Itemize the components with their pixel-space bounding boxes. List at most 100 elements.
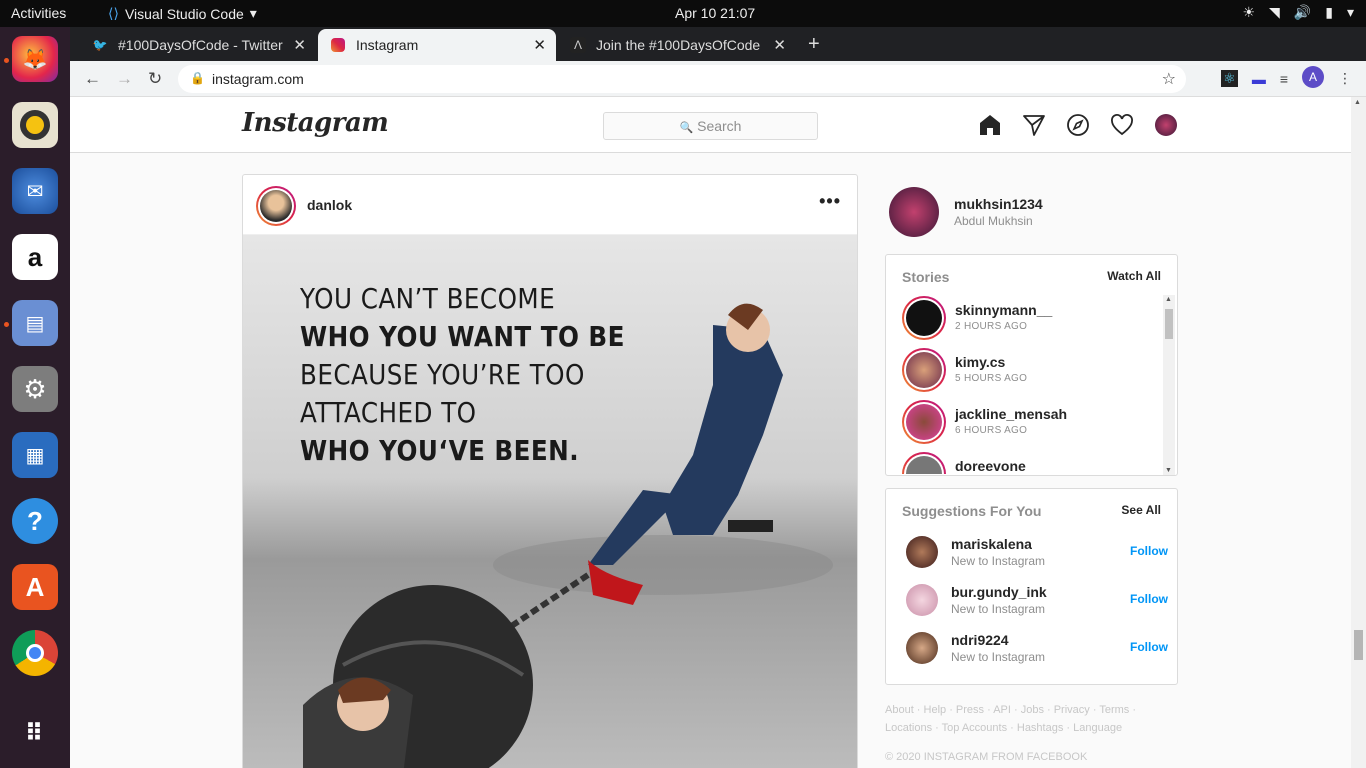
react-devtools-icon[interactable]: ⚛	[1221, 70, 1238, 87]
firefox-icon[interactable]: 🦊	[12, 36, 58, 82]
story-time: 5 HOURS AGO	[955, 373, 1028, 384]
new-tab-button[interactable]: +	[808, 33, 820, 56]
explore-icon[interactable]	[1066, 113, 1090, 137]
story-username: kimy.cs	[955, 354, 1006, 370]
home-icon[interactable]	[978, 113, 1002, 137]
running-indicator	[4, 322, 9, 327]
back-button[interactable]: ←	[84, 69, 101, 89]
suggestion-avatar[interactable]	[906, 632, 938, 664]
twitter-icon: 🐦	[92, 38, 108, 52]
tab-title: Instagram	[356, 37, 419, 53]
more-options-icon[interactable]: •••	[819, 191, 841, 212]
settings-icon[interactable]: ⚙	[12, 366, 58, 412]
url-text: instagram.com	[212, 71, 304, 87]
reload-button[interactable]: ↻	[148, 69, 162, 89]
tab-bar: 🐦 #100DaysOfCode - Twitter ✕ Instagram ✕…	[70, 27, 1366, 61]
brightness-icon: ☀	[1242, 4, 1256, 20]
current-user-username[interactable]: mukhsin1234	[954, 196, 1043, 212]
system-tray[interactable]: ☀ ◥ 🔊 ▮ ▾	[1242, 4, 1354, 21]
instagram-logo[interactable]: Instagram	[242, 108, 389, 138]
search-icon: 🔍	[679, 122, 694, 134]
app-menu-label: Visual Studio Code	[124, 5, 244, 22]
suggestion-item: ndri9224 New to Instagram Follow	[906, 632, 1168, 666]
thunderbird-icon[interactable]: ✉	[12, 168, 58, 214]
heart-icon[interactable]	[1110, 113, 1134, 137]
tab-twitter[interactable]: 🐦 #100DaysOfCode - Twitter ✕	[80, 29, 316, 61]
show-apps-icon[interactable]: ⠿	[12, 710, 58, 756]
current-user-avatar[interactable]	[889, 187, 939, 237]
suggestion-avatar[interactable]	[906, 536, 938, 568]
lock-icon: 🔒	[190, 71, 205, 85]
suggestion-avatar[interactable]	[906, 584, 938, 616]
scrollbar-thumb[interactable]	[1354, 630, 1363, 660]
ig-nav	[978, 113, 1178, 137]
story-avatar	[902, 452, 946, 474]
story-time: 6 HOURS AGO	[955, 425, 1028, 436]
close-icon[interactable]: ✕	[293, 36, 306, 54]
battery-icon: ▮	[1325, 4, 1333, 20]
scroll-up-icon[interactable]: ▲	[1165, 296, 1172, 303]
story-item[interactable]: skinnymann__ 2 HOURS AGO	[902, 296, 1152, 340]
activities-button[interactable]: Activities	[11, 5, 66, 21]
app-menu[interactable]: ⟨⟩ Visual Studio Code ▾	[108, 5, 257, 22]
writer-icon[interactable]: ▦	[12, 432, 58, 478]
direct-icon[interactable]	[1022, 113, 1046, 137]
story-item[interactable]: jackline_mensah 6 HOURS AGO	[902, 400, 1152, 444]
follow-button[interactable]: Follow	[1130, 592, 1168, 606]
profile-avatar[interactable]: A	[1302, 66, 1324, 88]
post-header: danlok •••	[243, 175, 857, 235]
tab-title: #100DaysOfCode - Twitter	[118, 37, 283, 53]
post-username[interactable]: danlok	[307, 197, 352, 213]
story-item[interactable]: doreevone	[902, 452, 1152, 474]
profile-avatar-icon[interactable]	[1154, 113, 1178, 137]
story-username: jackline_mensah	[955, 406, 1068, 422]
bookmark-star-icon[interactable]: ☆	[1162, 69, 1176, 89]
search-placeholder: Search	[697, 118, 742, 134]
a-icon: Λ	[570, 37, 586, 53]
post-illustration	[303, 303, 833, 768]
watch-all-button[interactable]: Watch All	[1107, 269, 1161, 283]
follow-button[interactable]: Follow	[1130, 640, 1168, 654]
clock[interactable]: Apr 10 21:07	[675, 5, 755, 21]
software-icon[interactable]: A	[12, 564, 58, 610]
scroll-down-icon[interactable]: ▼	[1165, 467, 1172, 474]
dock: 🦊 ✉ a ▤ ⚙ ▦ ? A ⠿	[0, 27, 70, 768]
suggestion-subtitle: New to Instagram	[951, 650, 1046, 664]
address-bar[interactable]: 🔒 instagram.com ☆	[178, 65, 1186, 93]
extension-icon[interactable]: ▬	[1252, 71, 1266, 87]
tab-title: Join the #100DaysOfCode	[596, 37, 761, 53]
instagram-icon	[330, 37, 346, 53]
post-avatar[interactable]	[256, 186, 296, 226]
see-all-button[interactable]: See All	[1121, 503, 1161, 517]
stories-scrollbar[interactable]: ▲ ▼	[1163, 295, 1175, 475]
chevron-down-icon: ▾	[249, 5, 257, 21]
suggestion-item: bur.gundy_ink New to Instagram Follow	[906, 584, 1168, 618]
suggestion-username[interactable]: ndri9224	[951, 632, 1009, 648]
footer-line[interactable]: Locations · Top Accounts · Hashtags · La…	[885, 719, 1178, 737]
story-item[interactable]: kimy.cs 5 HOURS AGO	[902, 348, 1152, 392]
amazon-icon[interactable]: a	[12, 234, 58, 280]
menu-icon[interactable]: ⋮	[1338, 70, 1352, 87]
tab-100days[interactable]: Λ Join the #100DaysOfCode ✕	[558, 29, 796, 61]
suggestion-username[interactable]: mariskalena	[951, 536, 1032, 552]
rhythmbox-icon[interactable]	[12, 102, 58, 148]
footer-line[interactable]: About · Help · Press · API · Jobs · Priv…	[885, 701, 1178, 719]
suggestion-username[interactable]: bur.gundy_ink	[951, 584, 1047, 600]
chrome-icon[interactable]	[12, 630, 58, 676]
page-scrollbar[interactable]: ▲	[1351, 97, 1366, 768]
stories-panel: Stories Watch All skinnymann__ 2 HOURS A…	[885, 254, 1178, 476]
feed-post: danlok ••• YOU CAN’T BECOME WHO YOU WANT…	[242, 174, 858, 768]
close-icon[interactable]: ✕	[773, 36, 786, 54]
tab-instagram[interactable]: Instagram ✕	[318, 29, 556, 61]
follow-button[interactable]: Follow	[1130, 544, 1168, 558]
help-icon[interactable]: ?	[12, 498, 58, 544]
browser-toolbar: ← → ↻ 🔒 instagram.com ☆ ⚛ ▬ ≡ A ⋮	[70, 61, 1366, 97]
media-icon[interactable]: ≡	[1280, 71, 1288, 87]
forward-button[interactable]: →	[116, 69, 133, 89]
post-image[interactable]: YOU CAN’T BECOME WHO YOU WANT TO BE BECA…	[243, 235, 857, 768]
search-input[interactable]: 🔍 Search	[603, 112, 818, 140]
scroll-up-icon[interactable]: ▲	[1354, 99, 1361, 106]
files-icon[interactable]: ▤	[12, 300, 58, 346]
close-icon[interactable]: ✕	[533, 36, 546, 54]
scrollbar-thumb[interactable]	[1165, 309, 1173, 339]
